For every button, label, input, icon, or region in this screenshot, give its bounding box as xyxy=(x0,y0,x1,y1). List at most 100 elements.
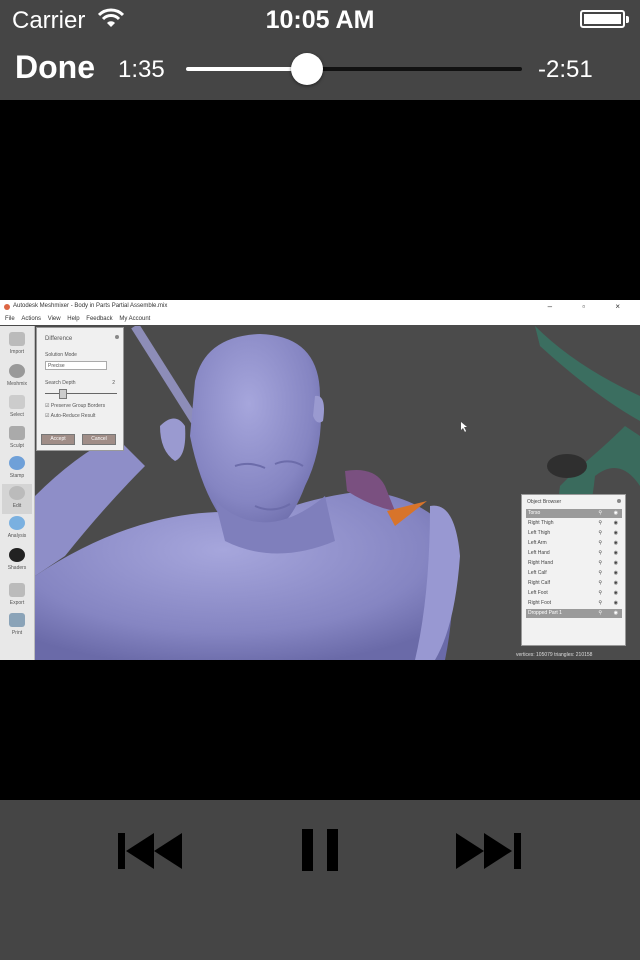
sculpt-icon xyxy=(9,426,25,440)
app-menu-bar: File Actions View Help Feedback My Accou… xyxy=(0,314,640,325)
search-depth-label: Search Depth xyxy=(45,380,76,386)
menu-file: File xyxy=(5,316,15,322)
battery-icon xyxy=(580,10,629,28)
visibility-eye-icon: ◉ xyxy=(613,610,618,616)
auto-reduce-label: Auto-Reduce Result xyxy=(50,413,96,419)
object-browser-row: Right Calf ⚲ ◉ xyxy=(526,579,622,588)
menu-actions: Actions xyxy=(21,316,42,322)
cancel-button: Cancel xyxy=(82,434,116,445)
shaders-icon xyxy=(9,548,25,562)
object-browser-row: Right Hand ⚲ ◉ xyxy=(526,559,622,568)
object-name: Torso xyxy=(528,510,541,516)
visibility-eye-icon: ◉ xyxy=(613,600,618,606)
object-name: Left Arm xyxy=(528,540,547,546)
edit-icon xyxy=(9,486,25,500)
app-tool-sidebar: Import Meshmix Select Sculpt Stamp Edit … xyxy=(0,326,35,660)
tool-edit: Edit xyxy=(2,484,32,514)
tool-meshmix: Meshmix xyxy=(2,362,32,392)
player-top-bar: Carrier 10:05 AM Done 1:35 -2:51 xyxy=(0,0,640,100)
export-icon xyxy=(9,583,25,597)
accept-button: Accept xyxy=(41,434,75,445)
search-depth-slider xyxy=(45,393,117,394)
panel-close-icon xyxy=(115,335,119,339)
vertex-count-status: vertices: 105079 triangles: 210158 xyxy=(516,652,593,658)
app-logo-icon xyxy=(4,304,10,310)
solution-mode-select: Precise xyxy=(45,361,107,370)
preserve-group-borders-checkbox: ☑ Preserve Group Borders xyxy=(45,403,106,409)
object-browser-title: Object Browser xyxy=(527,499,562,505)
tool-print: Print xyxy=(2,611,32,641)
search-depth-value: 2 xyxy=(112,380,115,386)
object-browser-row: Left Calf ⚲ ◉ xyxy=(526,569,622,578)
visibility-eye-icon: ◉ xyxy=(613,550,618,556)
object-browser-row: Right Foot ⚲ ◉ xyxy=(526,599,622,608)
object-lock-icon: ⚲ xyxy=(598,530,602,536)
object-name: Left Calf xyxy=(528,570,547,576)
object-name: Right Thigh xyxy=(528,520,554,526)
tool-analysis: Analysis xyxy=(2,514,32,544)
status-bar: Carrier 10:05 AM xyxy=(0,0,640,40)
object-browser-row: Torso ⚲ ◉ xyxy=(526,509,622,518)
object-browser-row: Left Foot ⚲ ◉ xyxy=(526,589,622,598)
object-lock-icon: ⚲ xyxy=(598,550,602,556)
visibility-eye-icon: ◉ xyxy=(613,590,618,596)
import-icon xyxy=(9,332,25,346)
difference-panel: Difference Solution Mode Precise Search … xyxy=(36,327,124,451)
object-lock-icon: ⚲ xyxy=(598,520,602,526)
next-track-icon[interactable] xyxy=(456,833,522,874)
visibility-eye-icon: ◉ xyxy=(613,510,618,516)
pause-icon[interactable] xyxy=(302,829,338,876)
scrubber-handle[interactable] xyxy=(290,53,323,85)
print-icon xyxy=(9,613,25,627)
object-browser-row: Dropped Part 1 ⚲ ◉ xyxy=(526,609,622,618)
remaining-time: -2:51 xyxy=(538,56,593,83)
object-name: Left Foot xyxy=(528,590,548,596)
difference-title: Difference xyxy=(45,336,73,342)
object-lock-icon: ⚲ xyxy=(598,580,602,586)
tool-stamp: Stamp xyxy=(2,454,32,484)
menu-view: View xyxy=(47,316,61,322)
object-name: Dropped Part 1 xyxy=(528,610,562,616)
object-browser-panel: Object Browser Torso ⚲ ◉ Right Thigh ⚲ ◉ Left … xyxy=(521,494,626,646)
object-lock-icon: ⚲ xyxy=(598,510,602,516)
analysis-icon xyxy=(9,516,25,530)
solution-mode-label: Solution Mode xyxy=(45,352,77,358)
app-window-title: Autodesk Meshmixer - Body in Parts Parti… xyxy=(13,303,168,309)
object-name: Left Hand xyxy=(528,550,550,556)
tool-sculpt: Sculpt xyxy=(2,424,32,454)
object-browser-row: Left Arm ⚲ ◉ xyxy=(526,539,622,548)
scrubber-track[interactable] xyxy=(186,67,522,71)
object-browser-row: Left Hand ⚲ ◉ xyxy=(526,549,622,558)
visibility-eye-icon: ◉ xyxy=(613,520,618,526)
object-browser-row: Right Thigh ⚲ ◉ xyxy=(526,519,622,528)
scrubber-played xyxy=(186,67,307,71)
stamp-icon xyxy=(9,456,25,470)
meshmix-icon xyxy=(9,364,25,378)
object-name: Right Calf xyxy=(528,580,550,586)
elapsed-time: 1:35 xyxy=(118,56,165,83)
preserve-label: Preserve Group Borders xyxy=(50,403,106,409)
object-browser-row: Left Thigh ⚲ ◉ xyxy=(526,529,622,538)
tool-export: Export xyxy=(2,581,32,611)
object-lock-icon: ⚲ xyxy=(598,560,602,566)
object-browser-close-icon xyxy=(617,499,621,503)
object-lock-icon: ⚲ xyxy=(598,610,602,616)
tool-select: Select xyxy=(2,393,32,423)
auto-reduce-checkbox: ☑ Auto-Reduce Result xyxy=(45,413,96,419)
visibility-eye-icon: ◉ xyxy=(613,580,618,586)
player-bottom-bar xyxy=(0,800,640,960)
done-button[interactable]: Done xyxy=(15,49,95,86)
object-name: Right Hand xyxy=(528,560,554,566)
select-icon xyxy=(9,395,25,409)
visibility-eye-icon: ◉ xyxy=(613,560,618,566)
clock-label: 10:05 AM xyxy=(265,6,375,34)
search-depth-slider-thumb xyxy=(59,389,67,399)
object-lock-icon: ⚲ xyxy=(598,590,602,596)
tool-shaders: Shaders xyxy=(2,546,32,576)
visibility-eye-icon: ◉ xyxy=(613,540,618,546)
menu-feedback: Feedback xyxy=(86,316,113,322)
tool-import: Import xyxy=(2,330,32,360)
menu-my-account: My Account xyxy=(119,316,151,322)
menu-help: Help xyxy=(67,316,80,322)
previous-track-icon[interactable] xyxy=(118,833,184,874)
